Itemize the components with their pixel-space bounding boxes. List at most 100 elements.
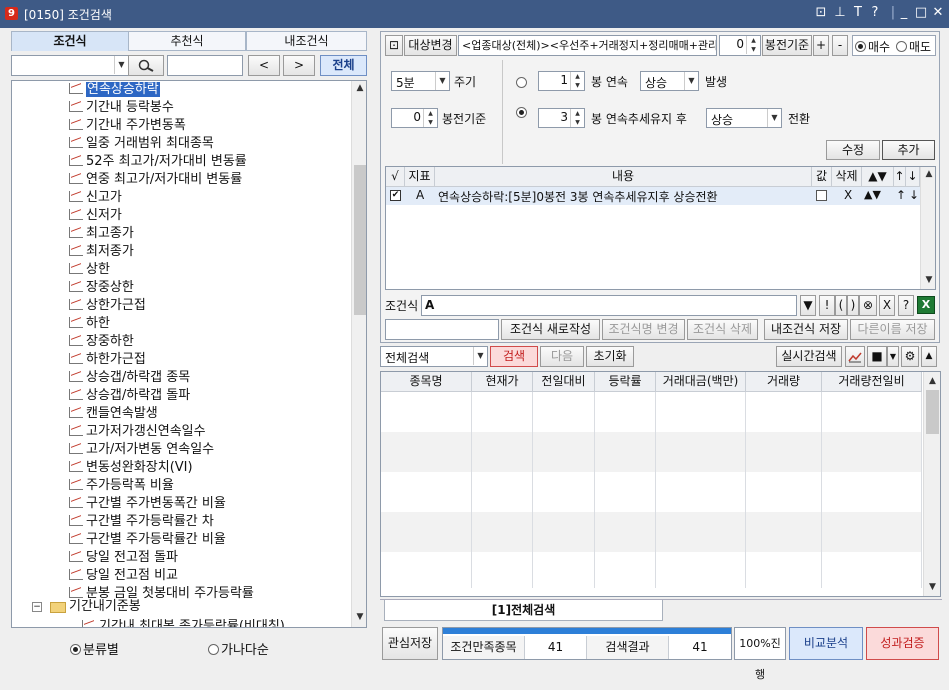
tree-item[interactable]: 캔들연속발생	[69, 405, 158, 423]
interest-save-button[interactable]: 관심저장	[382, 627, 438, 660]
compare-analysis-button[interactable]: 비교분석	[789, 627, 863, 660]
tree-item[interactable]: 최저종가	[69, 243, 134, 261]
row1-direction-combo[interactable]: 상승 ▼	[640, 71, 699, 91]
buy-option[interactable]: 매수	[855, 38, 890, 55]
tree-item[interactable]: 기간내 등락봉수	[69, 99, 174, 117]
tree-item[interactable]: 연중 최고가/저가대비 변동률	[69, 171, 242, 189]
col-header[interactable]: 종목명	[381, 372, 472, 392]
modify-button[interactable]: 수정	[826, 140, 880, 160]
tree-item[interactable]: 신저가	[69, 207, 122, 225]
search-input[interactable]	[167, 55, 243, 76]
block-icon[interactable]: ■	[867, 346, 887, 367]
clear-button[interactable]: X	[879, 295, 895, 316]
checkbox-icon[interactable]: ✔	[390, 190, 401, 201]
search-next-button[interactable]: 다음	[540, 346, 584, 367]
all-button[interactable]: 전체	[320, 55, 367, 76]
col-header[interactable]: 전일대비	[533, 372, 595, 392]
xor-button[interactable]: ⊗	[859, 295, 877, 316]
save-as-button[interactable]: 다른이름 저장	[850, 319, 935, 340]
col-header[interactable]: 등락률	[595, 372, 656, 392]
category-combo[interactable]: ▼	[11, 55, 129, 76]
row2-direction-combo[interactable]: 상승 ▼	[706, 108, 782, 128]
row1-radio[interactable]	[516, 76, 529, 90]
tree-item[interactable]: 연속상승하락	[69, 81, 160, 99]
sort-by-alpha[interactable]: 가나다순	[208, 639, 269, 658]
search-button[interactable]	[128, 55, 164, 76]
tree-item[interactable]: 변동성완화장치(VI)	[69, 459, 193, 477]
gear-icon[interactable]: ⚙	[901, 346, 919, 367]
new-condition-button[interactable]: 조건식 새로작성	[501, 319, 600, 340]
maximize-icon[interactable]: □	[913, 5, 929, 21]
scroll-down-icon[interactable]: ▼	[352, 612, 366, 622]
rename-condition-button[interactable]: 조건식명 변경	[602, 319, 685, 340]
font-icon[interactable]: T	[850, 5, 866, 21]
scroll-up-icon[interactable]: ▲	[352, 83, 366, 93]
tree-folder-label[interactable]: 기간내기준봉	[69, 598, 141, 616]
link-icon[interactable]: ⊡	[813, 5, 829, 21]
collapse-up-icon[interactable]: ▲	[921, 346, 937, 367]
tree-item[interactable]: 하한가근접	[69, 351, 146, 369]
tree-item[interactable]: 상한	[69, 261, 110, 279]
col-header[interactable]: 현재가	[472, 372, 533, 392]
col-header[interactable]: 거래대금(백만)	[656, 372, 746, 392]
tree-item[interactable]: 상승갭/하락갭 돌파	[69, 387, 190, 405]
collapse-icon[interactable]: −	[32, 602, 42, 612]
tree-item[interactable]: 하한	[69, 315, 110, 333]
add-button[interactable]: 추가	[882, 140, 935, 160]
tab-recommend[interactable]: 추천식	[128, 31, 246, 51]
tree-item[interactable]: 기간내 주가변동폭	[69, 117, 186, 135]
chart-icon[interactable]	[845, 346, 865, 367]
stepper-arrows-icon[interactable]: ▲ ▼	[570, 72, 584, 90]
condition-name-input[interactable]	[385, 319, 499, 340]
bong-basis-button[interactable]: 봉전기준	[762, 35, 812, 56]
reset-button[interactable]: 초기화	[586, 346, 634, 367]
delete-condition-button[interactable]: 조건식 삭제	[687, 319, 758, 340]
col-header[interactable]: 거래량전일비	[822, 372, 922, 392]
scroll-up-icon[interactable]: ▲	[924, 376, 940, 386]
help-icon[interactable]: ?	[867, 5, 883, 21]
tree-item[interactable]: 장중하한	[69, 333, 134, 351]
minus-button[interactable]: -	[832, 35, 848, 56]
period-combo[interactable]: 5분 ▼	[391, 71, 450, 91]
scroll-thumb[interactable]	[926, 390, 939, 434]
condition-tree[interactable]: 연속상승하락 기간내 등락봉수 기간내 주가변동폭 일중 거래범위 최대종목 52주 최…	[11, 80, 367, 628]
col-header[interactable]: 거래량	[746, 372, 822, 392]
condition-scrollbar[interactable]: ▲ ▼	[920, 167, 935, 289]
minimize-icon[interactable]: _	[896, 5, 912, 21]
tree-item[interactable]: 최고종가	[69, 225, 134, 243]
tree-item[interactable]: 구간별 주가변동폭간 비율	[69, 495, 226, 513]
tree-scrollbar[interactable]: ▲ ▼	[351, 81, 366, 627]
scroll-up-icon[interactable]: ▲	[921, 169, 935, 179]
pin-icon[interactable]: ⊥	[832, 5, 848, 21]
move-updown-icon[interactable]: ▲▼	[864, 188, 881, 201]
target-change-button[interactable]: 대상변경	[404, 35, 457, 56]
performance-verify-button[interactable]: 성과검증	[866, 627, 939, 660]
realtime-search-button[interactable]: 실시간검색	[776, 346, 842, 367]
tree-item[interactable]: 52주 최고가/저가대비 변동률	[69, 153, 247, 171]
row1-stepper[interactable]: 1 ▲ ▼	[538, 71, 585, 91]
prev-button[interactable]: <	[248, 55, 280, 76]
plus-button[interactable]: +	[813, 35, 829, 56]
stepper-arrows-icon[interactable]: ▲ ▼	[570, 109, 584, 127]
close-icon[interactable]: ✕	[930, 5, 946, 21]
sort-by-category[interactable]: 분류별	[70, 639, 119, 658]
open-paren-button[interactable]: (	[835, 295, 847, 316]
tree-item[interactable]: 주가등락폭 비율	[69, 477, 174, 495]
tree-item[interactable]: 고가저가갱신연속일수	[69, 423, 206, 441]
tree-item[interactable]: 당일 전고점 돌파	[69, 549, 178, 567]
tab-my-condition[interactable]: 내조건식	[246, 31, 367, 51]
tree-item[interactable]: 구간별 주가등락률간 비율	[69, 531, 226, 549]
tree-item[interactable]: 구간별 주가등락률간 차	[69, 513, 214, 531]
formula-input[interactable]: A	[421, 295, 797, 316]
tab-condition[interactable]: 조건식	[11, 31, 129, 51]
tree-item[interactable]: 상승갭/하락갭 종목	[69, 369, 190, 387]
scroll-down-icon[interactable]: ▼	[921, 275, 935, 285]
stepper-arrows-icon[interactable]: ▲ ▼	[423, 109, 437, 127]
move-up-icon[interactable]: ↑	[896, 188, 906, 202]
not-button[interactable]: !	[819, 295, 835, 316]
value-checkbox[interactable]	[816, 190, 827, 201]
formula-dropdown-icon[interactable]: ▼	[800, 295, 816, 316]
tree-item[interactable]: 상한가근접	[69, 297, 146, 315]
save-my-condition-button[interactable]: 내조건식 저장	[764, 319, 848, 340]
row2-stepper[interactable]: 3 ▲ ▼	[538, 108, 585, 128]
